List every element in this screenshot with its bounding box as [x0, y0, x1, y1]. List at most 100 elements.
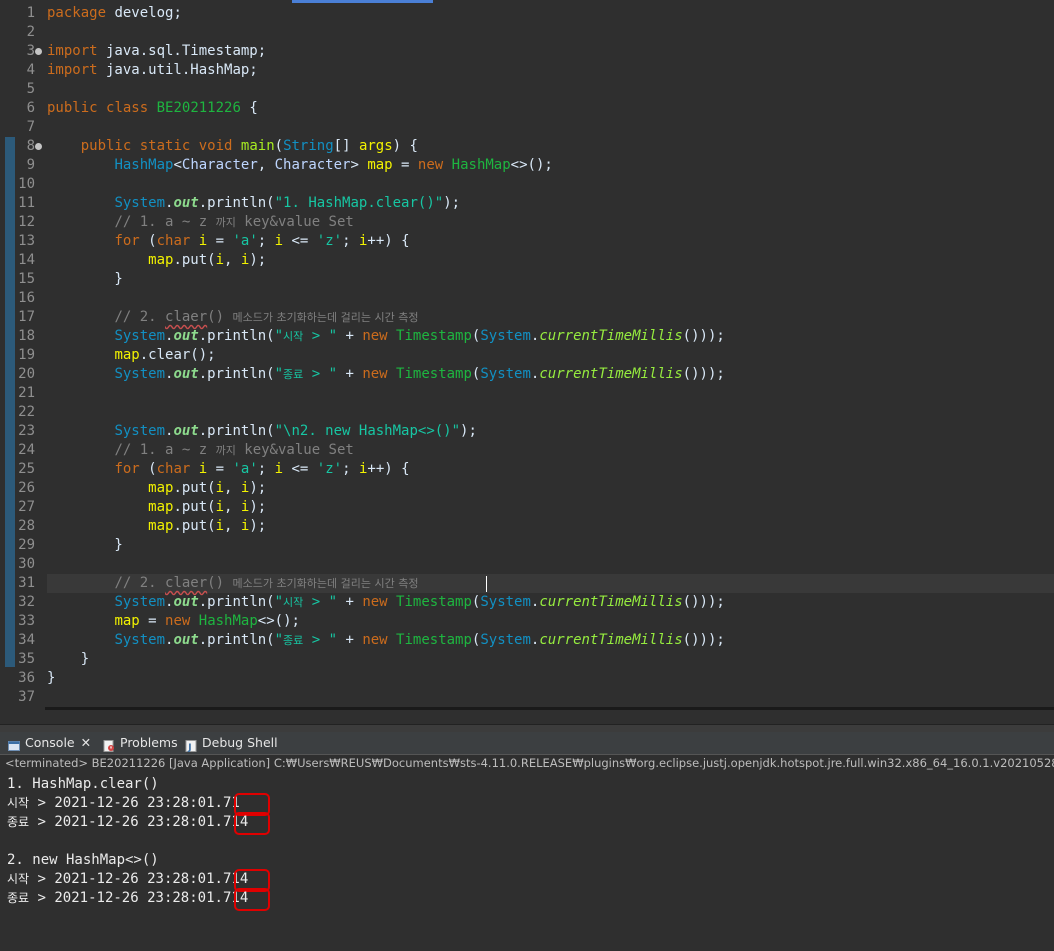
line-number: 31 [18, 575, 35, 591]
console-line: 시작 > 2021-12-26 23:28:01.71 [7, 795, 240, 811]
line-number: 32 [18, 594, 35, 610]
code-text: HashMap<Character, Character> map = new … [114, 157, 553, 173]
code-line[interactable]: 35 } [0, 650, 1054, 669]
line-number: 26 [18, 480, 35, 496]
code-line[interactable]: 33 map = new HashMap<>(); [0, 612, 1054, 631]
code-text: // 2. claer() 메소드가 초기화하는데 걸리는 시간 측정 [114, 575, 419, 591]
code-text: // 2. claer() 메소드가 초기화하는데 걸리는 시간 측정 [114, 309, 419, 325]
line-number: 36 [18, 670, 35, 686]
code-line[interactable]: 21 [0, 384, 1054, 403]
tab-debug-shell[interactable]: J Debug Shell [185, 732, 278, 754]
line-number: 15 [18, 271, 35, 287]
code-line[interactable]: 15 } [0, 270, 1054, 289]
code-line[interactable]: 28 map.put(i, i); [0, 517, 1054, 536]
line-number: 33 [18, 613, 35, 629]
console-launch-info: <terminated> BE20211226 [Java Applicatio… [0, 755, 1054, 773]
tab-problems[interactable]: Problems [103, 732, 178, 754]
console-icon [8, 737, 20, 751]
line-number: 5 [26, 81, 35, 97]
code-text: // 1. a ~ z 까지 key&value Set [114, 442, 354, 458]
line-number: 10 [18, 176, 35, 192]
code-line[interactable]: 10 [0, 175, 1054, 194]
line-number: 14 [18, 252, 35, 268]
code-line[interactable]: 27 map.put(i, i); [0, 498, 1054, 517]
code-text: package develog; [47, 5, 182, 21]
code-line[interactable]: 29 } [0, 536, 1054, 555]
fold-marker-icon[interactable] [35, 48, 42, 55]
line-number: 37 [18, 689, 35, 705]
code-text: System.out.println("\n2. new HashMap<>()… [114, 423, 477, 439]
code-line[interactable]: 37 [0, 688, 1054, 707]
line-number: 9 [26, 157, 35, 173]
code-line[interactable]: 6 public class BE20211226 { [0, 99, 1054, 118]
code-editor[interactable]: 1 package develog; 2 3 import java.sql.Times… [0, 0, 1054, 710]
code-line[interactable]: 20 System.out.println("종료 > " + new Time… [0, 365, 1054, 384]
line-number: 19 [18, 347, 35, 363]
horizontal-scrollbar[interactable]: < [45, 707, 1054, 710]
code-line[interactable]: 17 // 2. claer() 메소드가 초기화하는데 걸리는 시간 측정 [0, 308, 1054, 327]
line-number: 29 [18, 537, 35, 553]
line-number: 35 [18, 651, 35, 667]
code-line[interactable]: 14 map.put(i, i); [0, 251, 1054, 270]
code-text: map.put(i, i); [148, 499, 267, 515]
line-number: 11 [18, 195, 35, 211]
console-line: 종료 > 2021-12-26 23:28:01.714 [7, 890, 249, 906]
scroll-left-arrow-icon[interactable]: < [49, 708, 60, 710]
panel-splitter[interactable] [0, 724, 1054, 732]
line-number: 7 [26, 119, 35, 135]
tab-console[interactable]: Console ✕ [8, 732, 91, 754]
code-line[interactable]: 19 map.clear(); [0, 346, 1054, 365]
problems-icon [103, 737, 115, 752]
code-line[interactable]: 3 import java.sql.Timestamp; [0, 42, 1054, 61]
code-text: System.out.println("시작 > " + new Timesta… [114, 594, 725, 610]
debug-shell-icon: J [185, 737, 197, 753]
code-text: map.put(i, i); [148, 480, 267, 496]
code-line[interactable]: 23 System.out.println("\n2. new HashMap<… [0, 422, 1054, 441]
console-line: 종료 > 2021-12-26 23:28:01.714 [7, 814, 249, 830]
code-line[interactable]: 13 for (char i = 'a'; i <= 'z'; i++) { [0, 232, 1054, 251]
code-line[interactable]: 9 HashMap<Character, Character> map = ne… [0, 156, 1054, 175]
code-line[interactable]: 4 import java.util.HashMap; [0, 61, 1054, 80]
code-line[interactable]: 32 System.out.println("시작 > " + new Time… [0, 593, 1054, 612]
highlight-box [234, 888, 270, 911]
code-text: } [47, 537, 123, 553]
code-line[interactable]: 16 [0, 289, 1054, 308]
code-line[interactable]: 26 map.put(i, i); [0, 479, 1054, 498]
code-line[interactable]: 36} [0, 669, 1054, 688]
code-text: } [47, 271, 123, 287]
line-number: 16 [18, 290, 35, 306]
fold-marker-icon[interactable] [35, 143, 42, 150]
console-line: 2. new HashMap<>() [7, 852, 159, 868]
code-line[interactable]: 2 [0, 23, 1054, 42]
line-number: 20 [18, 366, 35, 382]
code-line[interactable]: 11 System.out.println("1. HashMap.clear(… [0, 194, 1054, 213]
svg-text:J: J [187, 743, 191, 752]
code-line[interactable]: 25 for (char i = 'a'; i <= 'z'; i++) { [0, 460, 1054, 479]
code-text: System.out.println("1. HashMap.clear()")… [114, 195, 461, 211]
code-line[interactable]: 1 package develog; [0, 4, 1054, 23]
line-number: 28 [18, 518, 35, 534]
code-line[interactable]: 31 // 2. claer() 메소드가 초기화하는데 걸리는 시간 측정 [0, 574, 1054, 593]
code-text: import java.util.HashMap; [47, 62, 258, 78]
code-line[interactable]: 18 System.out.println("시작 > " + new Time… [0, 327, 1054, 346]
code-line[interactable]: 24 // 1. a ~ z 까지 key&value Set [0, 441, 1054, 460]
code-line[interactable]: 7 [0, 118, 1054, 137]
code-line[interactable]: 30 [0, 555, 1054, 574]
code-line[interactable]: 12 // 1. a ~ z 까지 key&value Set [0, 213, 1054, 232]
console-line: 시작 > 2021-12-26 23:28:01.714 [7, 871, 249, 887]
line-number: 2 [26, 24, 35, 40]
close-icon[interactable]: ✕ [81, 735, 91, 750]
code-text: } [47, 651, 90, 667]
code-text: public class BE20211226 { [47, 100, 258, 116]
highlight-box [234, 812, 270, 835]
code-line[interactable]: 22 [0, 403, 1054, 422]
line-number: 4 [26, 62, 35, 78]
code-line[interactable]: 5 [0, 80, 1054, 99]
code-line[interactable]: 34 System.out.println("종료 > " + new Time… [0, 631, 1054, 650]
code-line[interactable]: 8 public static void main(String[] args)… [0, 137, 1054, 156]
tab-problems-label: Problems [120, 735, 178, 750]
code-text: public static void main(String[] args) { [80, 138, 418, 154]
line-number: 30 [18, 556, 35, 572]
console-output[interactable]: 1. HashMap.clear() 시작 > 2021-12-26 23:28:… [0, 772, 1054, 951]
code-text: System.out.println("종료 > " + new Timesta… [114, 632, 725, 648]
